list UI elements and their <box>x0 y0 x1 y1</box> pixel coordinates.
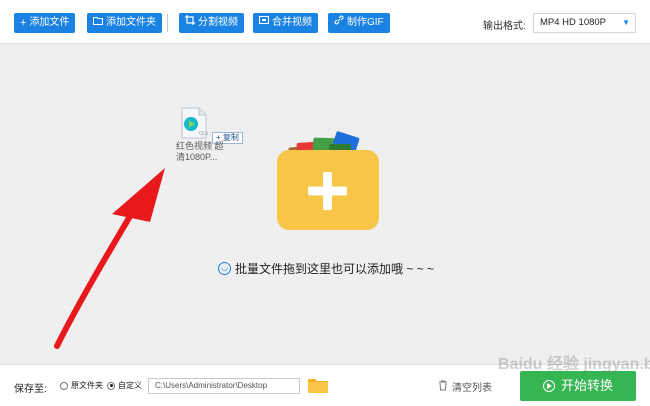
toolbar-divider <box>167 14 168 32</box>
radio-custom-folder[interactable]: 自定义 <box>107 380 142 391</box>
radio-circle-selected <box>107 381 115 390</box>
browse-folder-icon[interactable] <box>307 377 329 399</box>
make-gif-button[interactable]: 制作GIF <box>328 13 390 33</box>
radio-original-label: 原文件夹 <box>71 381 103 390</box>
radio-circle <box>60 381 68 390</box>
smile-icon: ◡ <box>218 262 231 275</box>
trash-icon <box>438 380 448 394</box>
drop-hint: ◡ 批量文件拖到这里也可以添加哦 ~ ~ ~ <box>218 260 434 277</box>
clear-list-button[interactable]: 清空列表 <box>438 379 492 394</box>
link-icon <box>334 13 344 33</box>
toolbar: + 添加文件 添加文件夹 分割视频 合并视频 制作GIF 输出格式: MP4 H… <box>0 0 650 44</box>
svg-text:QLV: QLV <box>199 131 208 137</box>
merge-icon <box>258 13 270 33</box>
drop-hint-text: 批量文件拖到这里也可以添加哦 ~ ~ ~ <box>235 262 435 276</box>
chevron-down-icon: ▼ <box>622 18 630 27</box>
radio-custom-label: 自定义 <box>118 381 142 390</box>
crop-icon <box>185 13 195 33</box>
dragged-file[interactable]: QLV + 复制 红色视频 超清1080P... <box>176 107 246 167</box>
save-to-label: 保存至: <box>14 384 47 395</box>
radio-original-folder[interactable]: 原文件夹 <box>60 380 103 391</box>
add-file-button[interactable]: + 添加文件 <box>14 13 76 33</box>
play-icon <box>542 380 555 392</box>
add-folder-button[interactable]: 添加文件夹 <box>87 13 162 33</box>
big-folder-add-icon[interactable] <box>275 128 381 232</box>
merge-video-label: 合并视频 <box>272 17 312 28</box>
add-file-label: 添加文件 <box>29 17 70 28</box>
output-format-select[interactable]: MP4 HD 1080P ▼ <box>533 13 636 33</box>
dragged-file-label: 红色视频 超清1080P... <box>176 141 224 162</box>
split-video-label: 分割视频 <box>198 17 238 28</box>
merge-video-button[interactable]: 合并视频 <box>253 13 318 33</box>
video-file-icon: QLV <box>181 107 208 139</box>
output-format-label: 输出格式: <box>483 21 526 32</box>
start-convert-label: 开始转换 <box>560 378 613 393</box>
watermark: Baidu 经验 jingyan.baidu.com <box>498 356 650 373</box>
make-gif-label: 制作GIF <box>347 17 384 28</box>
clear-list-label: 清空列表 <box>452 383 492 394</box>
save-path-input[interactable]: C:\Users\Administrator\Desktop <box>148 378 300 394</box>
start-convert-button[interactable]: 开始转换 <box>520 371 636 401</box>
add-folder-label: 添加文件夹 <box>106 17 156 28</box>
output-format-value: MP4 HD 1080P <box>540 17 607 28</box>
plus-icon: + <box>20 17 27 29</box>
folder-icon <box>93 13 103 33</box>
split-video-button[interactable]: 分割视频 <box>179 13 244 33</box>
